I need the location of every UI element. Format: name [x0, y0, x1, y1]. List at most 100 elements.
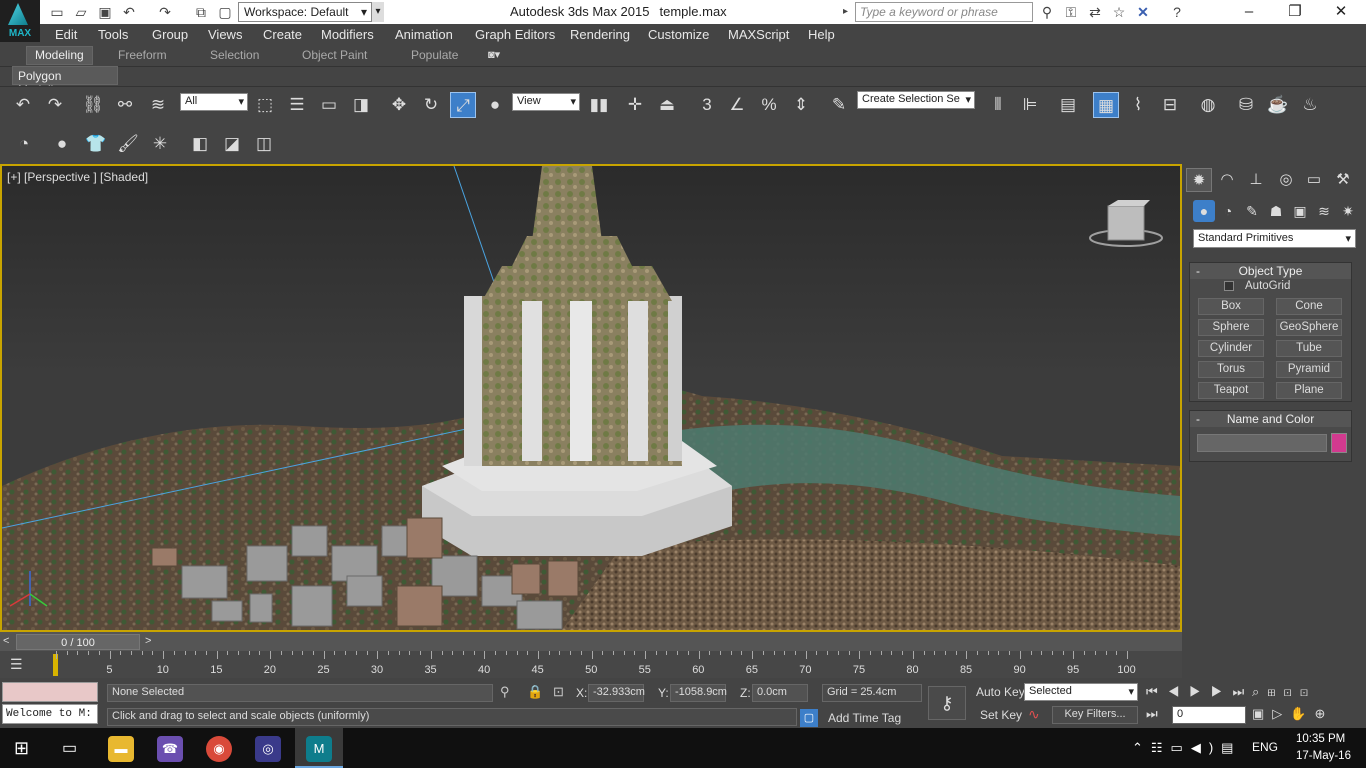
window-crossing-icon[interactable]: ◨ [348, 92, 374, 118]
geosphere-button[interactable]: GeoSphere [1276, 319, 1342, 336]
ribbon-options-icon[interactable]: ◙▾ [488, 48, 500, 61]
schematic-view-icon[interactable]: ⊟ [1157, 92, 1183, 118]
manipulate-icon[interactable]: ✛ [622, 92, 648, 118]
key-mode-dropdown[interactable]: Selected [1024, 683, 1138, 701]
exposure-icon[interactable]: ◫ [250, 130, 278, 158]
maxscript-mini-listener[interactable] [2, 682, 98, 702]
object-name-input[interactable] [1197, 434, 1327, 452]
rendered-frame-icon[interactable]: ☕ [1265, 92, 1291, 118]
geometry-icon[interactable]: ● [1193, 200, 1215, 222]
compositor-icon[interactable]: ◪ [218, 130, 246, 158]
box-button[interactable]: Box [1198, 298, 1264, 315]
menu-customize[interactable]: Customize [648, 27, 709, 42]
lock-icon[interactable]: 🔒 [527, 684, 543, 700]
set-key-mode-icon[interactable]: ⚷ [928, 686, 966, 720]
select-object-icon[interactable]: ⬚ [252, 92, 278, 118]
menu-graph-editors[interactable]: Graph Editors [475, 27, 555, 42]
lights-icon[interactable]: ✎ [1241, 200, 1263, 222]
helpers-icon[interactable]: ▣ [1289, 200, 1311, 222]
playback-controls[interactable]: ⏮◀▶▶⏭ [1146, 684, 1254, 700]
plane-button[interactable]: Plane [1276, 382, 1342, 399]
space-warps-icon[interactable]: ≋ [1313, 200, 1335, 222]
cloth-icon[interactable]: 👕 [82, 130, 110, 158]
align-icon[interactable]: ⊫ [1017, 92, 1043, 118]
tab-freeform[interactable]: Freeform [118, 48, 167, 62]
new-file-icon[interactable]: ▭ [48, 3, 66, 21]
language-indicator[interactable]: ENG [1252, 740, 1278, 754]
menu-modifiers[interactable]: Modifiers [321, 27, 374, 42]
time-slider[interactable]: 0 / 100 [16, 634, 140, 650]
scene-explorer-icon[interactable]: ▦ [1093, 92, 1119, 118]
add-time-tag[interactable]: Add Time Tag [828, 711, 901, 725]
edit-named-selection-icon[interactable]: ✎ [826, 92, 852, 118]
container-icon[interactable]: ◔ [10, 130, 38, 158]
select-by-name-icon[interactable]: ☰ [284, 92, 310, 118]
name-color-title[interactable]: Name and Color [1190, 411, 1351, 427]
clock-time[interactable]: 10:35 PM [1296, 733, 1345, 745]
polygon-modeling-panel[interactable]: Polygon Modeling [12, 66, 118, 97]
x-coordinate-field[interactable]: -32.933cm [588, 684, 645, 702]
tab-selection[interactable]: Selection [210, 48, 259, 62]
set-key-button[interactable]: Set Key [976, 707, 1026, 725]
systems-icon[interactable]: ✷ [1337, 200, 1359, 222]
time-next-icon[interactable]: > [145, 635, 151, 647]
windows-start-icon[interactable]: ⊞ [14, 738, 29, 759]
perspective-viewport[interactable]: [+] [Perspective ] [Shaded] [0, 164, 1182, 632]
current-frame-field[interactable]: 0 [1172, 706, 1246, 724]
undo-icon[interactable]: ↶ [10, 92, 36, 118]
exchange-icon[interactable]: ⇄ [1086, 3, 1104, 21]
welcome-field[interactable]: Welcome to M: [2, 704, 98, 724]
minimize-button[interactable]: – [1234, 2, 1264, 22]
brush-icon[interactable]: 🖌 [114, 130, 142, 158]
file-explorer-icon[interactable]: ▬ [108, 736, 134, 762]
cone-button[interactable]: Cone [1276, 298, 1342, 315]
unlink-icon[interactable]: ⚯ [112, 92, 138, 118]
keyboard-shortcut-icon[interactable]: ⏏ [654, 92, 680, 118]
mirror-icon[interactable]: ⫴ [985, 92, 1011, 118]
viewport-label[interactable]: [+] [Perspective ] [Shaded] [7, 170, 148, 184]
chrome-icon[interactable]: ◉ [206, 736, 232, 762]
app-icon[interactable]: ◎ [255, 736, 281, 762]
angle-snap-icon[interactable]: ∠ [724, 92, 750, 118]
menu-tools[interactable]: Tools [98, 27, 128, 42]
bind-space-warp-icon[interactable]: ≋ [145, 92, 171, 118]
reference-coord-dropdown[interactable]: View [512, 93, 580, 111]
tab-modeling[interactable]: Modeling [26, 46, 93, 65]
curve-editor-icon[interactable]: ⌇ [1125, 92, 1151, 118]
viber-icon[interactable]: ☎ [157, 736, 183, 762]
key-filters-button[interactable]: Key Filters... [1052, 706, 1138, 724]
scale-icon[interactable]: ⤢ [450, 92, 476, 118]
menu-help[interactable]: Help [808, 27, 835, 42]
key-curve-icon[interactable]: ∿ [1028, 706, 1040, 723]
cameras-icon[interactable]: ☗ [1265, 200, 1287, 222]
hierarchy-tab-icon[interactable]: ⊥ [1243, 168, 1269, 192]
task-view-icon[interactable]: ▭ [62, 738, 77, 758]
time-prev-icon[interactable]: < [3, 635, 9, 647]
open-file-icon[interactable]: ▱ [72, 3, 90, 21]
primitive-category-dropdown[interactable]: Standard Primitives [1193, 229, 1356, 248]
named-selection-dropdown[interactable]: Create Selection Se [857, 91, 975, 109]
display-tab-icon[interactable]: ▭ [1301, 168, 1327, 192]
snaps-toggle-icon[interactable]: 3 [694, 92, 720, 118]
rotate-icon[interactable]: ↻ [418, 92, 444, 118]
particle-icon[interactable]: ✳ [146, 130, 174, 158]
sphere-button[interactable]: Sphere [1198, 319, 1264, 336]
viewport-nav-top[interactable]: ⌕⊞⊡⊡ [1252, 684, 1316, 700]
workspace-arrow-icon[interactable]: ▾ [372, 2, 384, 22]
object-type-title[interactable]: Object Type [1190, 263, 1351, 279]
hold-icon[interactable]: ⧉ [192, 3, 210, 21]
move-icon[interactable]: ✥ [386, 92, 412, 118]
undo-icon[interactable]: ↶ [120, 3, 138, 21]
menu-maxscript[interactable]: MAXScript [728, 27, 789, 42]
cylinder-button[interactable]: Cylinder [1198, 340, 1264, 357]
menu-create[interactable]: Create [263, 27, 302, 42]
tab-populate[interactable]: Populate [411, 48, 458, 62]
rectangular-selection-icon[interactable]: ▭ [316, 92, 342, 118]
z-coordinate-field[interactable]: 0.0cm [752, 684, 808, 702]
sphere-icon[interactable]: ● [48, 130, 76, 158]
save-icon[interactable]: ▣ [96, 3, 114, 21]
render-setup-icon[interactable]: ⛁ [1233, 92, 1259, 118]
isolate-icon[interactable]: ⚲ [500, 684, 510, 700]
app-logo-button[interactable]: MAX [0, 0, 40, 42]
torus-button[interactable]: Torus [1198, 361, 1264, 378]
